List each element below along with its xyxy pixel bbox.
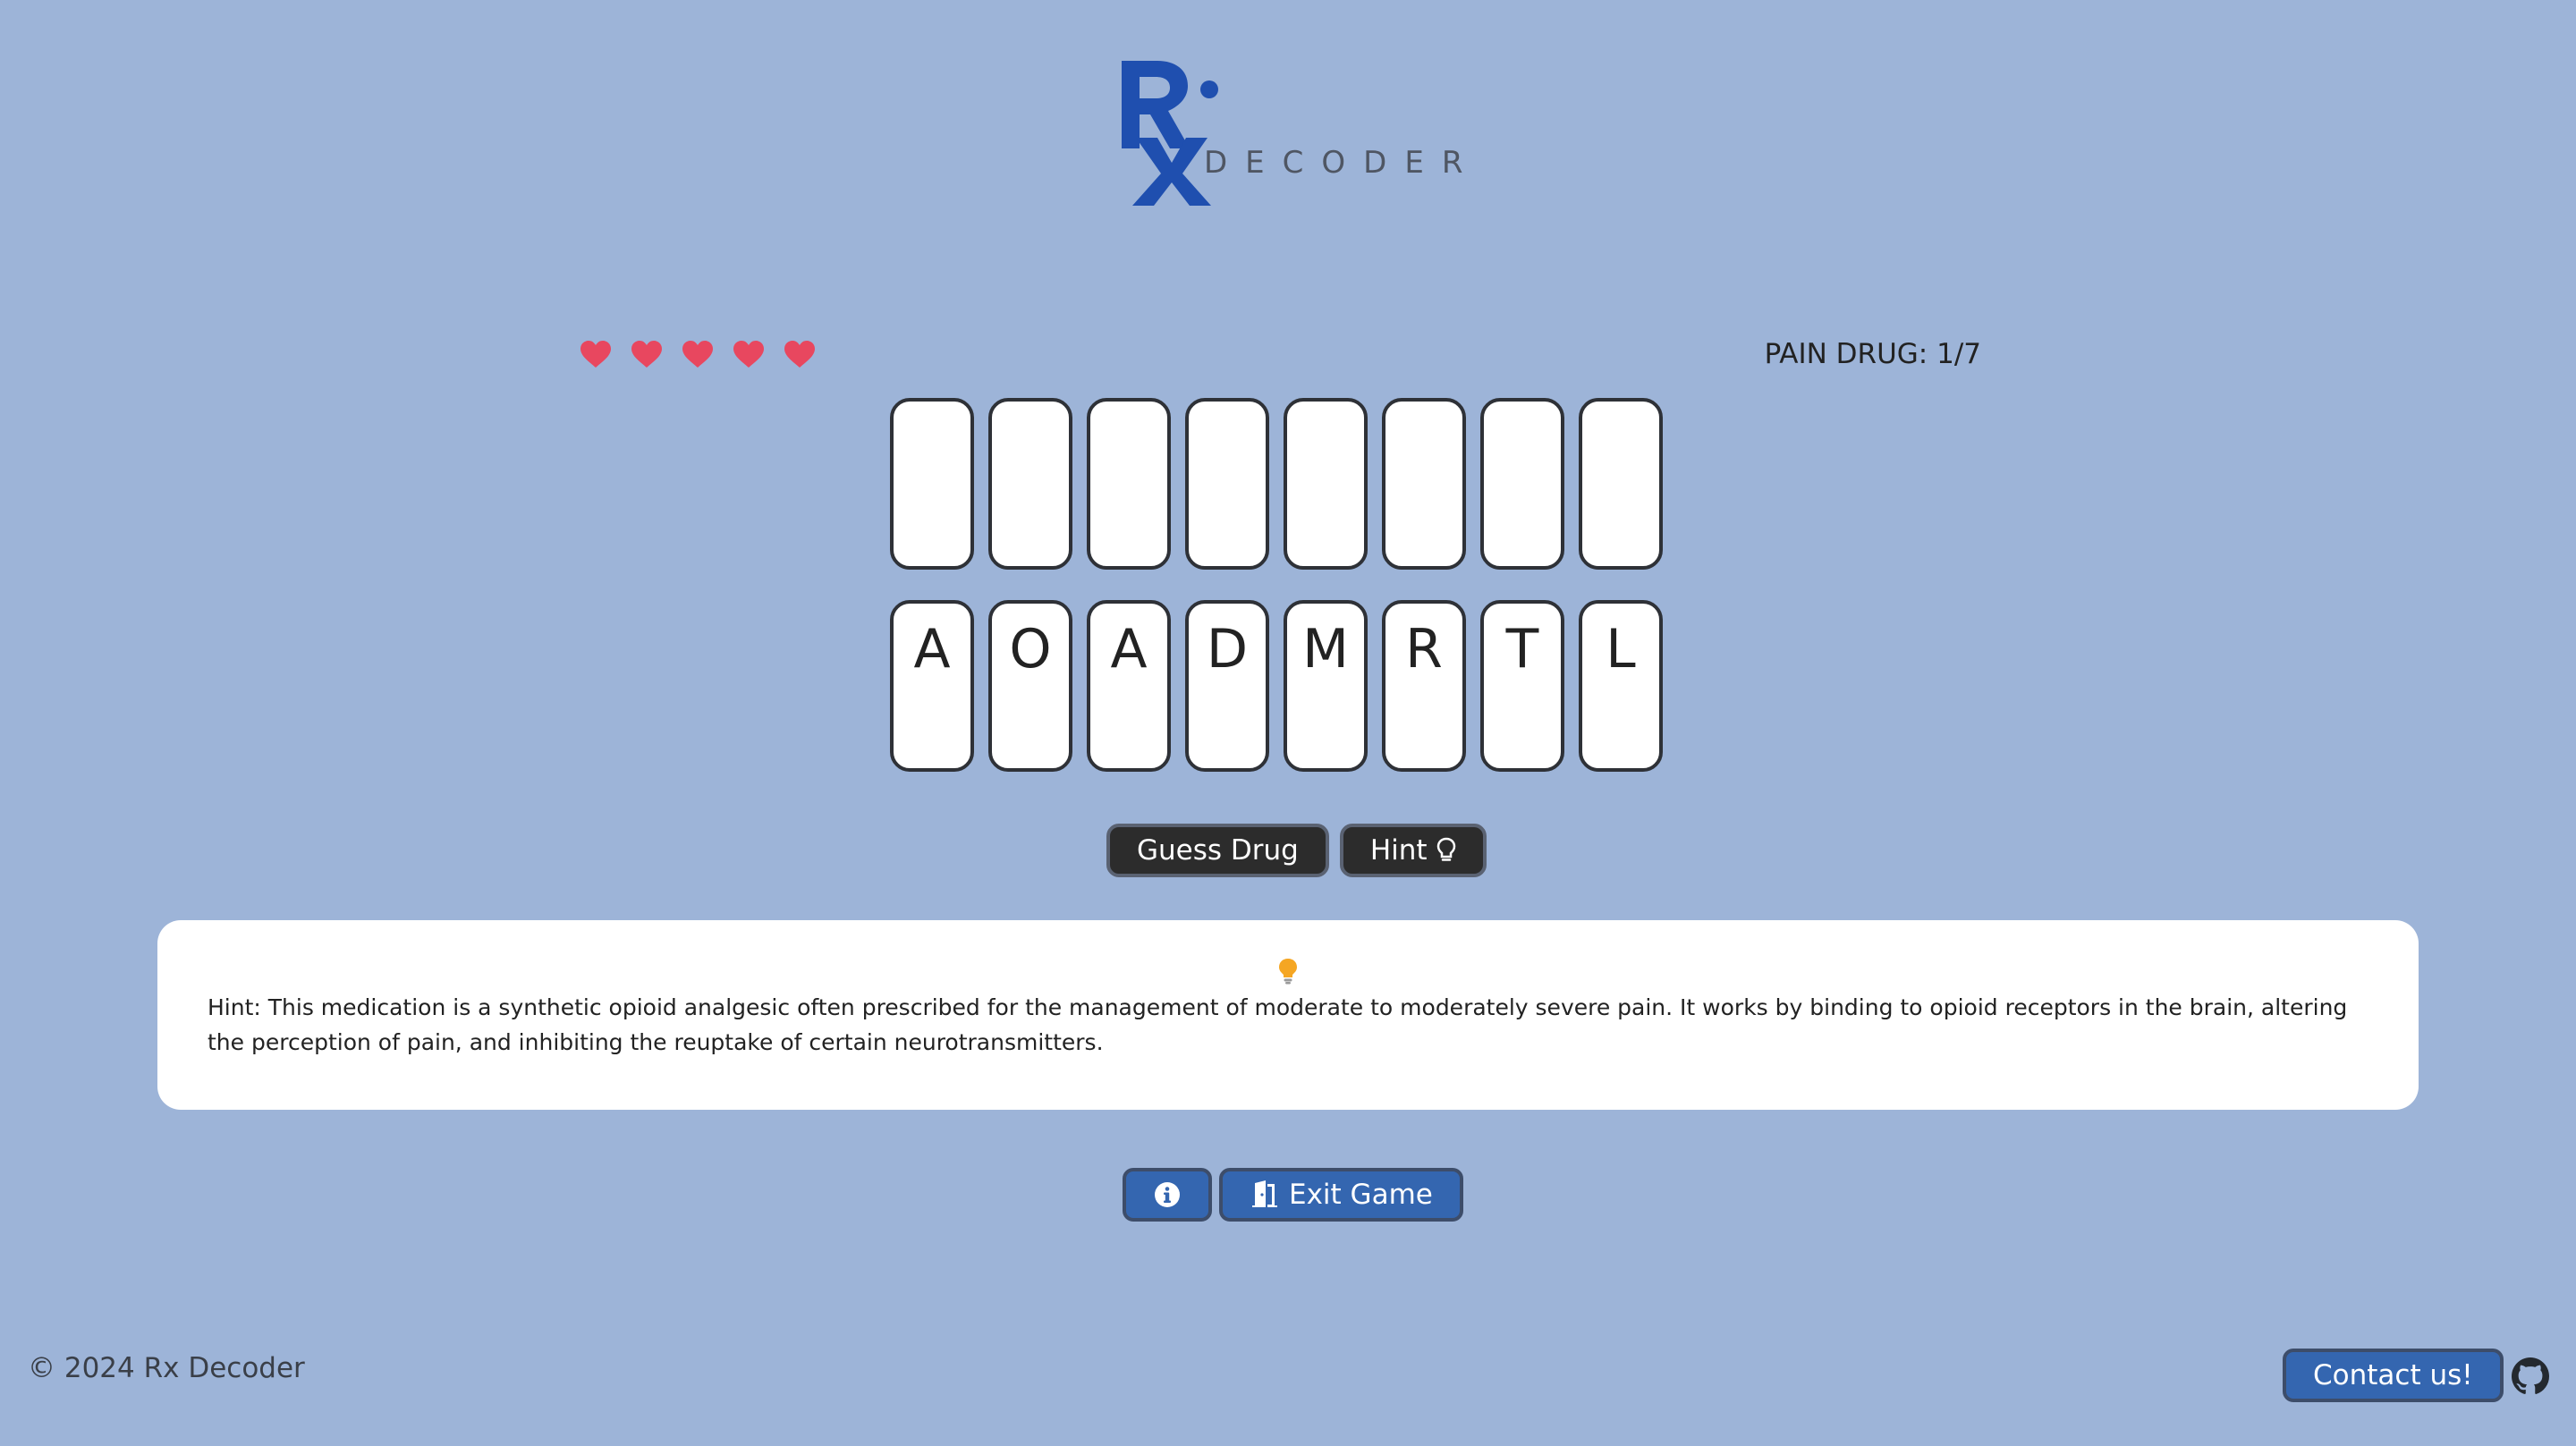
letter-tile[interactable]: A [890, 600, 974, 772]
letter-tile[interactable]: M [1284, 600, 1368, 772]
letter-tile[interactable]: R [1382, 600, 1466, 772]
exit-game-label: Exit Game [1289, 1179, 1433, 1211]
exit-game-button[interactable]: Exit Game [1219, 1168, 1463, 1222]
answer-slot[interactable] [1087, 398, 1171, 570]
contact-us-button[interactable]: Contact us! [2283, 1349, 2504, 1402]
answer-slots [890, 398, 1663, 570]
copyright: © 2024 Rx Decoder [28, 1352, 305, 1384]
logo-wordmark: DECODER [1204, 145, 1481, 181]
answer-slot[interactable] [1382, 398, 1466, 570]
answer-slot[interactable] [1480, 398, 1564, 570]
letter-tile[interactable]: A [1087, 600, 1171, 772]
answer-slot[interactable] [1579, 398, 1663, 570]
letter-tiles: A O A D M R T L [890, 600, 1663, 772]
info-button[interactable] [1123, 1168, 1212, 1222]
heart-icon [580, 341, 611, 368]
lightbulb-outline-icon [1436, 837, 1455, 861]
heart-icon [733, 341, 764, 368]
hint-panel: Hint: This medication is a synthetic opi… [157, 920, 2419, 1110]
letter-tile[interactable]: L [1579, 600, 1663, 772]
guess-drug-label: Guess Drug [1137, 834, 1299, 867]
heart-icon [784, 341, 815, 368]
answer-slot[interactable] [1284, 398, 1368, 570]
github-icon[interactable] [2512, 1357, 2549, 1395]
answer-slot[interactable] [890, 398, 974, 570]
answer-slot[interactable] [988, 398, 1072, 570]
game-actions: Guess Drug Hint [1106, 824, 1487, 877]
lightbulb-icon [1279, 959, 1297, 985]
contact-us-label: Contact us! [2313, 1359, 2473, 1391]
hint-button[interactable]: Hint [1339, 824, 1487, 877]
heart-icon [631, 341, 662, 368]
logo: DECODER [1118, 55, 1462, 216]
lives-hearts [580, 340, 816, 368]
hint-text: Hint: This medication is a synthetic opi… [208, 994, 2348, 1055]
letter-tile[interactable]: O [988, 600, 1072, 772]
hint-label: Hint [1369, 834, 1428, 867]
guess-drug-button[interactable]: Guess Drug [1106, 824, 1329, 877]
door-exit-icon [1252, 1180, 1277, 1207]
rx-logo-mark [1122, 61, 1218, 206]
letter-tile[interactable]: T [1480, 600, 1564, 772]
heart-icon [682, 341, 713, 368]
info-icon [1155, 1182, 1180, 1207]
bottom-actions: Exit Game [1123, 1168, 1463, 1222]
letter-tile[interactable]: D [1185, 600, 1269, 772]
drug-progress: PAIN DRUG: 1/7 [1764, 338, 1981, 370]
answer-slot[interactable] [1185, 398, 1269, 570]
